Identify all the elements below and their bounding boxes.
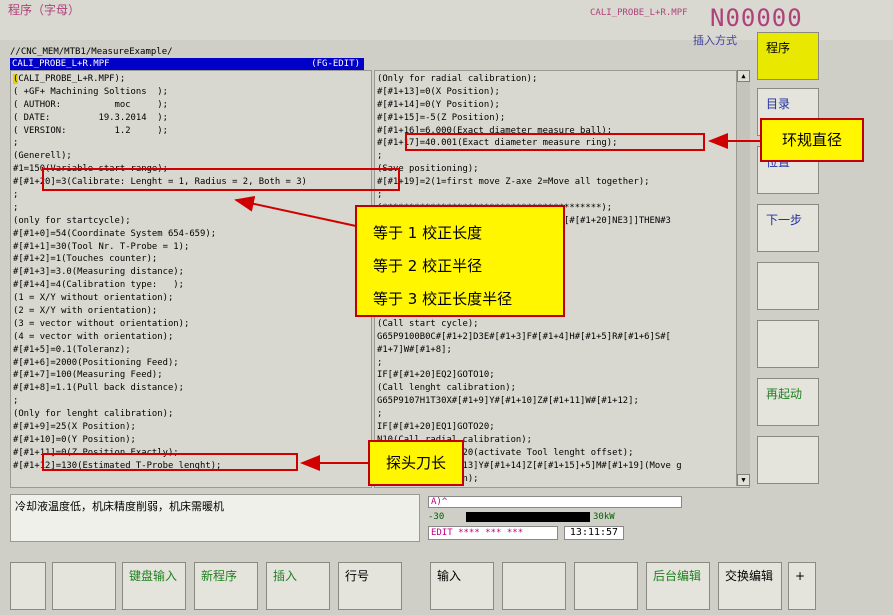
ring-diameter-callout: 环规直径 xyxy=(760,118,864,162)
calibrate-2-note: 等于 2 校正半径 xyxy=(373,257,483,275)
calibrate-callout: 等于 1 校正长度 等于 2 校正半径 等于 3 校正长度半径 xyxy=(355,205,565,317)
calibrate-3-note: 等于 3 校正长度半径 xyxy=(373,290,513,308)
probe-length-callout: 探头刀长 xyxy=(368,440,464,486)
calibrate-1-note: 等于 1 校正长度 xyxy=(373,224,483,242)
